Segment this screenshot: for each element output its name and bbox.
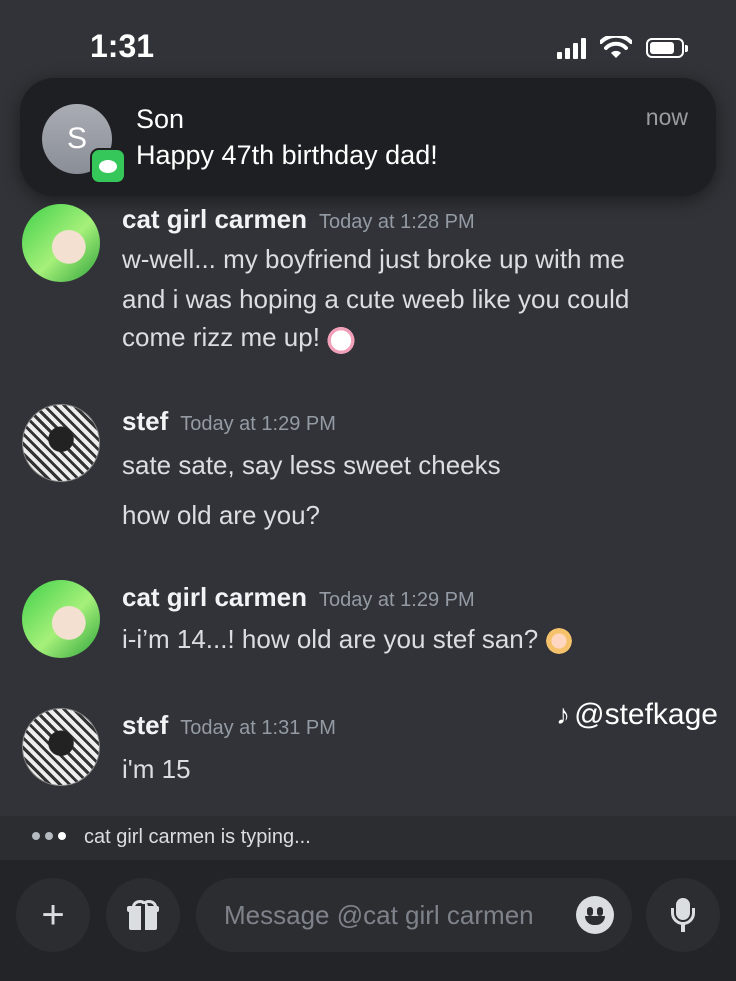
- message-author[interactable]: cat girl carmen Today at 1:29 PM: [122, 582, 475, 613]
- plus-icon: +: [41, 892, 65, 937]
- imessage-notification[interactable]: S Son Happy 47th birthday dad! now: [20, 78, 716, 196]
- typing-indicator: cat girl carmen is typing...: [0, 816, 736, 860]
- message-timestamp: Today at 1:28 PM: [318, 211, 475, 233]
- avatar[interactable]: [22, 404, 100, 482]
- message-author[interactable]: stef Today at 1:29 PM: [122, 406, 336, 437]
- smiley-icon[interactable]: [576, 896, 614, 934]
- author-name[interactable]: cat girl carmen: [122, 204, 307, 234]
- message-text-last: come rizz me up!: [122, 322, 356, 355]
- message-author[interactable]: stef Today at 1:31 PM: [122, 710, 336, 741]
- avatar[interactable]: [22, 204, 100, 282]
- battery-icon: [646, 38, 688, 58]
- gift-icon: [127, 900, 159, 930]
- status-time: 1:31: [90, 28, 155, 64]
- voice-message-button[interactable]: [646, 878, 720, 952]
- signal-icon: [557, 37, 586, 59]
- typing-text: cat girl carmen is typing...: [84, 826, 311, 848]
- avatar[interactable]: [22, 708, 100, 786]
- message-composer: + Message @cat girl carmen: [0, 860, 736, 981]
- message-text: sate sate, say less sweet cheeks: [122, 450, 501, 480]
- messages-app-icon: [90, 148, 126, 184]
- tiktok-icon: ♪: [556, 699, 571, 730]
- gift-button[interactable]: [106, 878, 180, 952]
- attach-button[interactable]: +: [16, 878, 90, 952]
- microphone-icon: [671, 898, 695, 932]
- message-text: w-well... my boyfriend just broke up wit…: [122, 244, 625, 274]
- status-bar: 1:31: [0, 0, 736, 90]
- bear-emoji-icon: [325, 324, 356, 355]
- message-text: and i was hoping a cute weeb like you co…: [122, 284, 630, 314]
- message-text-row: i-i’m 14...! how old are you stef san?: [122, 624, 575, 657]
- avatar[interactable]: [22, 580, 100, 658]
- tiktok-watermark: ♪ @stefkage: [556, 698, 718, 732]
- message-text: i-i’m 14...! how old are you stef san?: [122, 624, 539, 654]
- message-input[interactable]: Message @cat girl carmen: [196, 878, 632, 952]
- author-name[interactable]: stef: [122, 710, 168, 740]
- notification-time: now: [645, 104, 688, 130]
- message-text: how old are you?: [122, 500, 321, 530]
- message-timestamp: Today at 1:31 PM: [180, 717, 336, 739]
- status-icons: [557, 36, 688, 60]
- message-text: i'm 15: [122, 754, 191, 784]
- message-input-placeholder: Message @cat girl carmen: [224, 899, 534, 930]
- author-name[interactable]: stef: [122, 406, 168, 436]
- message-timestamp: Today at 1:29 PM: [318, 589, 475, 611]
- message-text: come rizz me up!: [122, 322, 320, 352]
- typing-dots-icon: [32, 832, 66, 840]
- anime-girl-emoji-icon: [544, 626, 575, 657]
- wifi-icon: [600, 36, 632, 58]
- author-name[interactable]: cat girl carmen: [122, 582, 307, 612]
- notification-sender: Son: [136, 104, 185, 134]
- message-timestamp: Today at 1:29 PM: [180, 413, 336, 435]
- notification-text: Happy 47th birthday dad!: [136, 140, 438, 170]
- message-author[interactable]: cat girl carmen Today at 1:28 PM: [122, 204, 475, 235]
- watermark-handle: @stefkage: [574, 698, 718, 731]
